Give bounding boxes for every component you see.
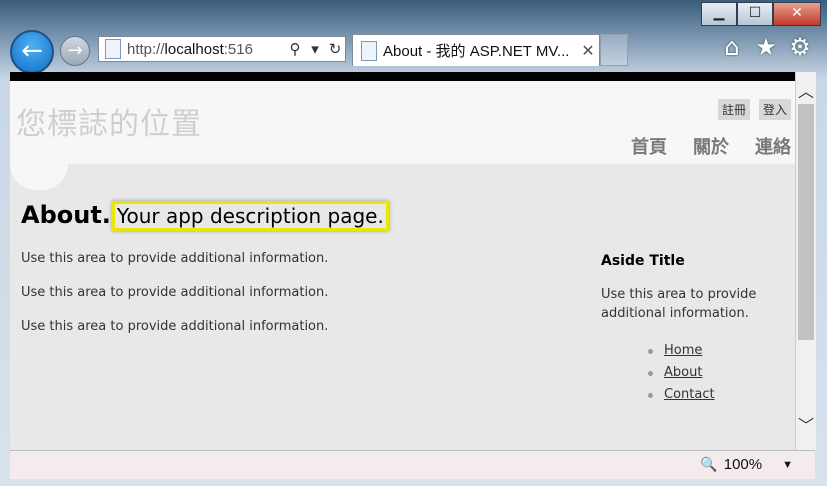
browser-toolbar: ← → http://localhost:516 ⚲ ▾ ↻ About - 我… (0, 28, 827, 74)
page-subtitle: Your app description page. (111, 201, 389, 231)
back-button[interactable]: ← (10, 30, 54, 74)
minimize-button[interactable]: ▁ (701, 2, 737, 26)
menu-item-home[interactable]: 首頁 (631, 133, 667, 159)
site-logo[interactable]: 您標誌的位置 (16, 99, 202, 143)
refresh-icon[interactable]: ↻ (325, 40, 345, 58)
menu-item-about[interactable]: 關於 (693, 133, 729, 159)
close-icon[interactable]: ✕ (577, 41, 599, 61)
main-content: Use this area to provide additional info… (21, 251, 541, 353)
aside-link-contact[interactable]: Contact (664, 387, 715, 402)
list-item: Contact (648, 387, 781, 402)
page-title: About. Your app description page. (21, 201, 389, 231)
aside-links: Home About Contact (601, 343, 781, 402)
list-item: Home (648, 343, 781, 358)
close-button[interactable]: ✕ (773, 2, 821, 26)
paragraph: Use this area to provide additional info… (21, 251, 329, 266)
address-url[interactable]: http://localhost:516 (127, 41, 285, 58)
maximize-button[interactable]: ☐ (737, 2, 773, 26)
main-menu: 首頁 關於 連絡 (631, 133, 791, 159)
aside-text: Use this area to provide additional info… (601, 287, 757, 321)
paragraph: Use this area to provide additional info… (21, 285, 329, 300)
gear-icon[interactable]: ⚙ (787, 34, 813, 60)
login-links: 註冊 登入 (717, 99, 791, 120)
page-icon (105, 39, 121, 59)
register-link[interactable]: 註冊 (717, 99, 750, 120)
forward-button[interactable]: → (60, 36, 90, 66)
page-heading: About. (21, 201, 111, 229)
home-icon[interactable]: ⌂ (719, 34, 745, 60)
vertical-scrollbar[interactable]: ︿ ﹀ (795, 72, 816, 450)
new-tab-button[interactable] (600, 34, 628, 66)
tab-title: About - 我的 ASP.NET MV... (383, 43, 570, 60)
menu-item-contact[interactable]: 連絡 (755, 133, 791, 159)
aside-title: Aside Title (601, 253, 685, 269)
star-icon[interactable]: ★ (753, 34, 779, 60)
paragraph: Use this area to provide additional info… (21, 319, 329, 334)
page-viewport: 您標誌的位置 註冊 登入 首頁 關於 連絡 About. Your app des… (10, 72, 795, 450)
address-bar[interactable]: http://localhost:516 ⚲ ▾ ↻ (98, 36, 346, 62)
login-link[interactable]: 登入 (758, 99, 791, 120)
aside: Aside Title Use this area to provide add… (601, 251, 781, 409)
zoom-control[interactable]: 🔍 100% ▼ (700, 456, 793, 473)
status-bar: 🔍 100% ▼ (10, 450, 815, 479)
page-icon (361, 40, 377, 61)
search-icon[interactable]: ⚲ (285, 40, 305, 58)
browser-tools: ⌂ ★ ⚙ (719, 34, 813, 60)
zoom-level: 100% (723, 456, 763, 473)
chevron-up-icon[interactable]: ︿ (796, 78, 816, 102)
aside-link-home[interactable]: Home (664, 343, 702, 358)
header-notch (10, 164, 68, 190)
zoom-dropdown-icon[interactable]: ▼ (782, 459, 793, 471)
tab-about[interactable]: About - 我的 ASP.NET MV... ✕ (352, 34, 600, 66)
site-header: 您標誌的位置 註冊 登入 首頁 關於 連絡 (10, 81, 795, 164)
zoom-icon: 🔍 (700, 456, 718, 472)
window-controls: ▁ ☐ ✕ (701, 2, 821, 26)
scrollbar-thumb[interactable] (798, 104, 814, 340)
chevron-down-icon[interactable]: ﹀ (796, 412, 816, 436)
aside-link-about[interactable]: About (664, 365, 702, 380)
list-item: About (648, 365, 781, 380)
chevron-down-icon[interactable]: ▾ (305, 40, 325, 58)
